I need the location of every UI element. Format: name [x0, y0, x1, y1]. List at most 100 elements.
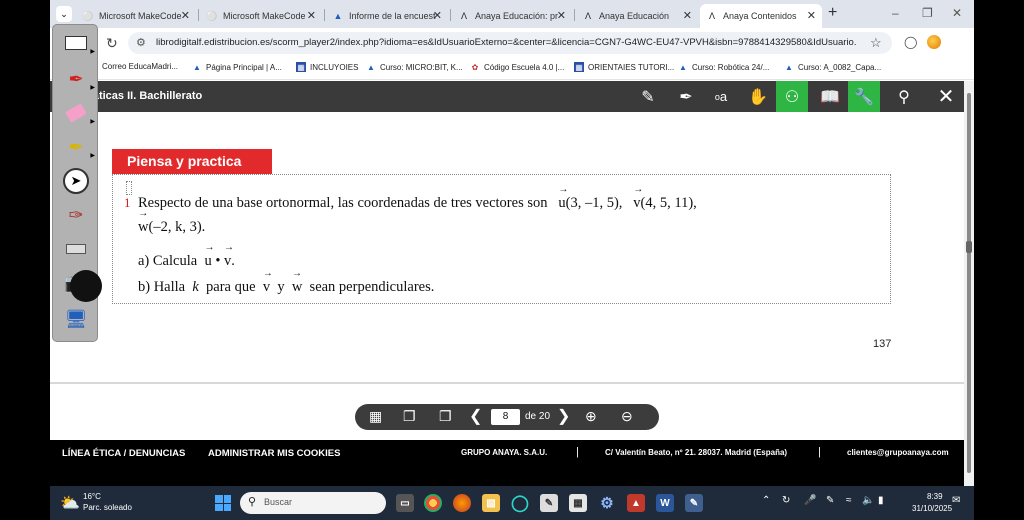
bookmark-correo[interactable]: Correo EducaMadri... — [102, 62, 178, 71]
file-explorer-icon[interactable]: ▧ — [482, 494, 500, 512]
pen-tray-icon[interactable]: ✎ — [826, 495, 834, 506]
settings-gear-icon[interactable]: ⚙ — [598, 494, 616, 512]
windows-start-icon[interactable] — [215, 495, 231, 511]
cookies-link[interactable]: ADMINISTRAR MIS COOKIES — [208, 448, 340, 459]
search-placeholder: Buscar — [264, 497, 293, 507]
page-total: de 20 — [525, 411, 551, 422]
last-page-icon[interactable]: ❐ — [439, 408, 452, 425]
bookmark-label: Página Principal | A... — [206, 62, 282, 72]
close-icon[interactable]: ✕ — [433, 9, 442, 22]
user-avatar[interactable] — [70, 270, 102, 302]
bookmark-microbit[interactable]: ▲ Curso: MICRO:BIT, K... — [366, 62, 463, 72]
red-pen-icon[interactable]: ✒ ▶ — [61, 65, 95, 93]
wifi-icon[interactable]: ≈ — [846, 495, 852, 506]
bookmark-incluyoies[interactable]: ▦ INCLUYOIES — [296, 62, 358, 72]
eraser-icon[interactable]: ▶ — [61, 99, 95, 127]
display-icon[interactable]: 🖥 — [61, 305, 91, 333]
next-page-icon[interactable]: ❯ — [557, 406, 570, 426]
company-address: C/ Valentín Beato, nº 21. 28037. Madrid … — [605, 448, 788, 457]
edge-icon[interactable]: ◯ — [511, 494, 529, 512]
search-icon[interactable]: ⚲ — [888, 81, 920, 112]
bookmark-robotica[interactable]: ▲ Curso: Robótica 24/... — [678, 62, 769, 72]
tab-anaya-contenidos[interactable]: Λ Anaya Contenidos ✕ — [700, 4, 822, 28]
page-input[interactable]: 8 — [491, 409, 520, 425]
minimize-icon[interactable]: – — [892, 6, 899, 20]
brush-icon[interactable]: ✑ — [61, 201, 91, 229]
whiteboard-icon[interactable]: ▶ — [61, 29, 95, 57]
tab-anaya-educacion-pr[interactable]: Λ Anaya Educación: pr ✕ — [452, 4, 572, 28]
bookmark-label: ORIENTAIES TUTORI... — [588, 62, 675, 72]
wrench-icon[interactable]: 🔧 — [848, 81, 880, 112]
tab-search-chevron-icon[interactable]: ⌄ — [56, 6, 72, 22]
keyboard-icon[interactable] — [61, 235, 91, 263]
ethics-link[interactable]: LÍNEA ÉTICA / DENUNCIAS — [62, 448, 185, 459]
weather-temperature: 16°C — [83, 492, 101, 501]
microphone-icon[interactable]: 🎤 — [804, 495, 816, 506]
zoom-out-icon[interactable]: ⊖ — [621, 408, 633, 425]
weather-sun-cloud-icon[interactable]: ⛅ — [60, 493, 80, 513]
open-book-icon[interactable]: 📖 — [814, 81, 846, 112]
network-sync-icon[interactable]: ↻ — [782, 495, 790, 506]
window-close-icon[interactable]: ✕ — [952, 6, 962, 20]
close-icon[interactable]: ✕ — [181, 9, 190, 22]
close-icon[interactable]: ✕ — [307, 9, 316, 22]
bookmark-codigo-escuela[interactable]: ✿ Código Escuela 4.0 |... — [470, 62, 565, 72]
bookmark-orientaies[interactable]: ▦ ORIENTAIES TUTORI... — [574, 62, 674, 72]
notification-icon[interactable]: ✉ — [952, 495, 960, 506]
tab-makecode-2[interactable]: ⚪ Microsoft MakeCode ✕ — [200, 4, 322, 28]
zoom-in-icon[interactable]: ⊕ — [585, 408, 597, 425]
taskbar-search[interactable]: ⚲ Buscar — [240, 492, 386, 514]
address-bar[interactable]: ⚙ librodigitalf.edistribucion.es/scorm_p… — [128, 32, 892, 54]
extensions-icon[interactable]: ◯ — [904, 35, 917, 49]
volume-icon[interactable]: 🔈 — [862, 495, 874, 506]
accessibility-icon[interactable]: ⚇ — [776, 81, 808, 112]
first-page-icon[interactable]: ❐ — [403, 408, 416, 425]
profile-avatar[interactable] — [927, 35, 941, 49]
tray-chevron-up-icon[interactable]: ⌃ — [762, 495, 770, 506]
pencil-icon[interactable]: ✎ — [632, 81, 664, 112]
reload-icon[interactable]: ↻ — [106, 35, 118, 52]
close-icon[interactable]: ✕ — [807, 9, 816, 22]
pointer-icon[interactable]: ➤ — [61, 167, 91, 195]
whiteboard-app-icon[interactable]: ✎ — [685, 494, 703, 512]
highlighter-icon[interactable]: ✒ ▶ — [61, 133, 95, 161]
bookmark-pagina-principal[interactable]: ▲ Página Principal | A... — [192, 62, 282, 72]
scrollbar[interactable] — [964, 81, 974, 486]
clock-date[interactable]: 31/10/2025 — [912, 504, 952, 513]
footer-separator: | — [576, 446, 579, 458]
tab-informe[interactable]: ▲ Informe de la encuest ✕ — [326, 4, 448, 28]
close-icon[interactable]: ✕ — [557, 9, 566, 22]
vector-u-coords: (3, –1, 5), — [565, 195, 623, 211]
hand-icon[interactable]: ✋ — [742, 81, 774, 112]
editor-app-icon[interactable]: ✎ — [540, 494, 558, 512]
close-icon[interactable]: ✕ — [683, 9, 692, 22]
url-text[interactable]: librodigitalf.edistribucion.es/scorm_pla… — [156, 37, 856, 48]
site-info-icon[interactable]: ⚙ — [136, 36, 146, 49]
word-icon[interactable]: W — [656, 494, 674, 512]
task-view-icon[interactable]: ▭ — [396, 494, 414, 512]
bookmark-curso-a0082[interactable]: ▲ Curso: A_0082_Capa... — [784, 62, 881, 72]
contact-email[interactable]: clientes@grupoanaya.com — [847, 448, 949, 457]
tab-anaya-educacion[interactable]: Λ Anaya Educación ✕ — [576, 4, 698, 28]
pdf-reader-icon[interactable]: ▲ — [627, 494, 645, 512]
prev-page-icon[interactable]: ❮ — [469, 406, 482, 426]
annotation-marker[interactable] — [126, 181, 132, 195]
firefox-icon[interactable] — [453, 494, 471, 512]
vector-v: v — [263, 268, 271, 296]
calculator-icon[interactable]: ▦ — [569, 494, 587, 512]
scroll-thumb[interactable] — [967, 93, 971, 473]
scroll-handle[interactable] — [966, 241, 972, 253]
battery-icon[interactable]: ▮ — [878, 495, 884, 506]
text-tool-icon[interactable]: oa — [705, 81, 737, 112]
grid-view-icon[interactable]: ▦ — [369, 408, 382, 425]
marker-icon[interactable]: ✒ — [670, 81, 702, 112]
close-icon[interactable]: ✕ — [930, 81, 962, 112]
clock-time[interactable]: 8:39 — [927, 492, 943, 501]
site-footer: LÍNEA ÉTICA / DENUNCIAS ADMINISTRAR MIS … — [50, 440, 964, 486]
bookmark-star-icon[interactable]: ☆ — [870, 35, 882, 51]
vector-w: w — [292, 268, 303, 296]
new-tab-plus-icon[interactable]: + — [828, 4, 837, 22]
restore-icon[interactable]: ❐ — [922, 6, 933, 20]
app-header: Matemáticas II. Bachillerato ✎ ✒ oa ✋ ⚇ … — [50, 81, 964, 112]
chrome-icon[interactable] — [424, 494, 442, 512]
